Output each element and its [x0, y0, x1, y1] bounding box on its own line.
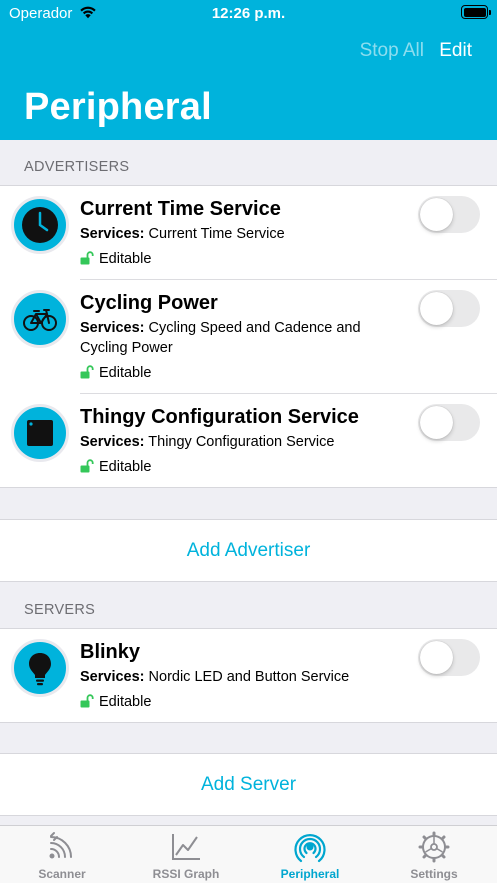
- list-item-blinky[interactable]: Blinky Services: Nordic LED and Button S…: [0, 629, 497, 724]
- editable-status: Editable: [80, 694, 151, 710]
- advertisers-list: Current Time Service Services: Current T…: [0, 185, 497, 488]
- advertiser-services: Services: Current Time Service: [80, 226, 285, 242]
- unlocked-icon: [80, 459, 94, 473]
- unlocked-icon: [80, 694, 94, 708]
- advertiser-toggle[interactable]: [418, 290, 480, 327]
- advertiser-toggle[interactable]: [418, 404, 480, 441]
- scanner-icon: [49, 832, 72, 859]
- tab-label: Settings: [410, 867, 458, 881]
- tab-label: Scanner: [38, 867, 86, 881]
- advertiser-title: Thingy Configuration Service: [80, 406, 359, 428]
- add-advertiser-button[interactable]: Add Advertiser: [0, 519, 497, 582]
- navigation-header: Operador 12:26 p.m. Stop All Edit Periph…: [0, 0, 497, 140]
- list-item-thingy-configuration-service[interactable]: Thingy Configuration Service Services: T…: [0, 394, 497, 489]
- tab-bar: Scanner RSSI Graph Peripheral Settings: [0, 825, 497, 883]
- servers-list: Blinky Services: Nordic LED and Button S…: [0, 628, 497, 723]
- add-server-button[interactable]: Add Server: [0, 753, 497, 816]
- status-time: 12:26 p.m.: [211, 5, 286, 22]
- advertiser-toggle[interactable]: [418, 196, 480, 233]
- server-title: Blinky: [80, 641, 141, 663]
- server-toggle[interactable]: [418, 639, 480, 676]
- section-header-servers: SERVERS: [24, 602, 96, 618]
- tab-label: Peripheral: [280, 867, 340, 881]
- advertiser-title: Current Time Service: [80, 198, 281, 220]
- tab-label: RSSI Graph: [152, 867, 220, 881]
- unlocked-icon: [80, 365, 94, 379]
- edit-button[interactable]: Edit: [439, 40, 472, 62]
- advertiser-services: Services: Thingy Configuration Service: [80, 434, 335, 450]
- page-title: Peripheral: [24, 86, 212, 128]
- bicycle-icon: [11, 290, 69, 348]
- gear-icon: [418, 831, 450, 863]
- advertiser-title: Cycling Power: [80, 292, 218, 314]
- tab-scanner[interactable]: Scanner: [0, 826, 124, 883]
- tab-peripheral[interactable]: Peripheral: [248, 826, 372, 883]
- status-bar: Operador 12:26 p.m.: [0, 0, 497, 26]
- server-services: Services: Nordic LED and Button Service: [80, 669, 350, 685]
- unlocked-icon: [80, 251, 94, 265]
- stop-all-button[interactable]: Stop All: [360, 40, 424, 62]
- graph-icon: [172, 834, 200, 860]
- lightbulb-icon: [11, 639, 69, 697]
- editable-status: Editable: [80, 365, 151, 381]
- thingy-icon: [11, 404, 69, 462]
- list-item-current-time-service[interactable]: Current Time Service Services: Current T…: [0, 186, 497, 280]
- list-item-cycling-power[interactable]: Cycling Power Services: Cycling Speed an…: [0, 280, 497, 394]
- broadcast-icon: [294, 834, 326, 863]
- advertiser-services: Services: Cycling Speed and Cadence and …: [80, 320, 361, 356]
- tab-rssi-graph[interactable]: RSSI Graph: [124, 826, 248, 883]
- tab-settings[interactable]: Settings: [372, 826, 496, 883]
- editable-status: Editable: [80, 459, 151, 475]
- battery-icon: [461, 5, 491, 19]
- clock-icon: [11, 196, 69, 254]
- editable-status: Editable: [80, 251, 151, 267]
- section-header-advertisers: ADVERTISERS: [24, 159, 130, 175]
